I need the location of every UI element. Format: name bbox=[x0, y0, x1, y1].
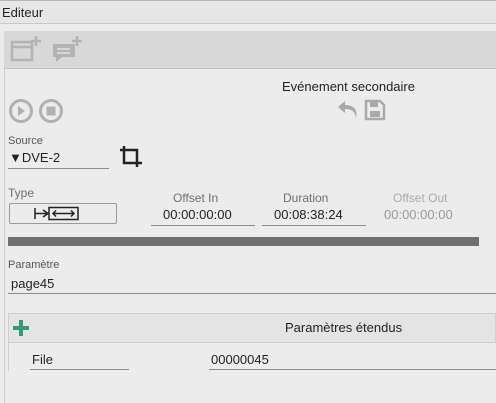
progress-bar bbox=[8, 237, 479, 246]
parameter-field[interactable]: page45 bbox=[8, 273, 496, 294]
parameter-label: Paramètre bbox=[8, 259, 60, 271]
duration-value: 00:08:38:24 bbox=[274, 207, 343, 222]
undo-icon[interactable] bbox=[337, 98, 361, 122]
offset-in-label: Offset In bbox=[173, 191, 219, 205]
extended-param-name-text: File bbox=[32, 352, 53, 367]
window-title: Editeur bbox=[2, 5, 44, 20]
stop-circle-icon[interactable] bbox=[38, 98, 64, 124]
duration-field[interactable]: 00:08:38:24 bbox=[262, 205, 366, 226]
extended-param-value[interactable]: 00000045 bbox=[209, 349, 496, 370]
source-select-value: ▼DVE-2 bbox=[9, 150, 61, 165]
secondary-event-title: Evénement secondaire bbox=[282, 79, 415, 94]
extended-param-name[interactable]: File bbox=[30, 349, 129, 370]
window-titlebar: Editeur bbox=[0, 0, 496, 24]
parameter-value: page45 bbox=[11, 276, 55, 291]
extended-param-value-text: 00000045 bbox=[211, 352, 269, 367]
source-select[interactable]: ▼DVE-2 bbox=[8, 148, 109, 169]
table-row: File 00000045 bbox=[8, 343, 496, 371]
offset-in-field[interactable]: 00:00:00:00 bbox=[151, 205, 255, 226]
source-label: Source bbox=[8, 135, 43, 147]
extended-params-title: Paramètres étendus bbox=[285, 320, 403, 335]
duration-label: Duration bbox=[283, 191, 329, 205]
toolbar bbox=[4, 31, 496, 69]
new-window-plus-icon[interactable] bbox=[10, 35, 42, 65]
offset-out-label: Offset Out bbox=[393, 191, 448, 205]
crop-icon[interactable] bbox=[118, 144, 144, 170]
type-label: Type bbox=[8, 186, 35, 200]
save-icon[interactable] bbox=[364, 99, 386, 121]
plus-icon[interactable] bbox=[12, 319, 30, 337]
type-button[interactable] bbox=[9, 203, 117, 224]
extended-params-header: Paramètres étendus bbox=[8, 313, 496, 343]
transition-arrows-icon bbox=[33, 206, 81, 221]
play-circle-icon[interactable] bbox=[8, 98, 34, 124]
offset-out-value: 00:00:00:00 bbox=[384, 207, 453, 222]
comment-plus-icon[interactable] bbox=[50, 35, 84, 65]
offset-in-value: 00:00:00:00 bbox=[163, 207, 232, 222]
